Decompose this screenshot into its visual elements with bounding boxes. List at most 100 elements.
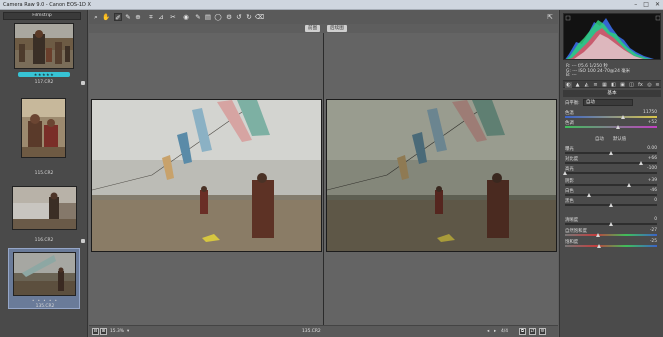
chevron-down-icon[interactable]: ▾ [127, 328, 129, 335]
white-balance-select[interactable]: 自动 [583, 99, 633, 106]
slider-handle[interactable] [587, 193, 592, 197]
slider-row[interactable]: 饱和度 -25 [565, 239, 659, 249]
slider-track[interactable] [565, 126, 657, 128]
slider-handle[interactable] [608, 222, 613, 226]
slider-row[interactable]: 黑色 0 [565, 198, 659, 208]
crop-icon[interactable]: ⌗ [147, 13, 155, 21]
zoom-level[interactable]: 15.3% [110, 328, 124, 335]
slider-value[interactable]: -27 [650, 228, 657, 233]
slider-handle[interactable] [597, 244, 602, 248]
presets-tab-icon[interactable]: ◎ [646, 82, 653, 88]
basic-tab-icon[interactable]: ◐ [565, 82, 572, 88]
rotate-right-icon[interactable]: ↻ [245, 13, 253, 21]
graduated-filter-icon[interactable]: ▤ [204, 13, 212, 21]
slider-track[interactable] [565, 194, 657, 196]
slider-row[interactable]: 色调 +52 [565, 120, 659, 130]
slider-row[interactable]: 自然饱和度 -27 [565, 228, 659, 238]
preferences-icon[interactable]: ⚙ [225, 13, 233, 21]
fullscreen-icon[interactable]: ⇱ [546, 13, 554, 21]
slider-track[interactable] [565, 184, 657, 186]
white-balance-icon[interactable]: ✐ [114, 13, 122, 22]
target-adjust-icon[interactable]: ⊕ [134, 13, 142, 21]
compare-layout-icon[interactable]: ⧉ [519, 328, 526, 335]
filmstrip-thumb-selected[interactable]: • • • • • 135.CR2 [8, 248, 80, 309]
camera-calibration-tab-icon[interactable]: ◫ [628, 82, 635, 88]
close-button[interactable]: ✕ [655, 1, 660, 8]
slider-row[interactable]: 清晰度 0 [565, 217, 659, 227]
slider-row[interactable]: 对比度 +66 [565, 156, 659, 166]
trash-icon[interactable]: ⌫ [255, 13, 264, 21]
filmstrip-thumb[interactable]: 115.CR2 [8, 98, 80, 176]
slider-row[interactable]: 曝光 0.00 [565, 146, 659, 156]
thumbnail-image[interactable] [14, 23, 74, 69]
slider-handle[interactable] [595, 233, 600, 237]
status-bar: ⊟ ⊞ 15.3% ▾ 135.CR2 ◂ ▸ 4/4 ⧉ ⇄ ⚙ [89, 325, 558, 337]
slider-track[interactable] [565, 162, 657, 164]
slider-value[interactable]: -100 [647, 166, 657, 171]
slider-value[interactable]: +66 [648, 156, 657, 161]
zoom-out-icon[interactable]: ⊟ [92, 328, 99, 335]
slider-value[interactable]: 0 [654, 198, 657, 203]
search-icon[interactable]: ⌕ [92, 13, 100, 21]
slider-row[interactable]: 高光 -100 [562, 166, 659, 176]
thumbnail-image[interactable] [13, 252, 76, 296]
detail-tab-icon[interactable]: ◭ [583, 82, 590, 88]
snapshots-tab-icon[interactable]: ≋ [654, 82, 661, 88]
rating-bar[interactable]: ★★★★★ [18, 72, 70, 77]
red-eye-icon[interactable]: ◉ [182, 13, 190, 21]
slider-row[interactable]: 阴影 +39 [565, 178, 659, 188]
slider-handle[interactable] [562, 171, 567, 175]
thumbnail-image[interactable] [21, 98, 66, 158]
filmstrip-header[interactable]: Filmstrip [3, 12, 81, 20]
color-sampler-icon[interactable]: ✎ [124, 13, 132, 21]
straighten-icon[interactable]: ⊿ [157, 13, 165, 21]
split-toning-tab-icon[interactable]: ▦ [601, 82, 608, 88]
lens-tab-icon[interactable]: ◧ [610, 82, 617, 88]
slider-value[interactable]: -46 [650, 188, 657, 193]
slider-handle[interactable] [626, 183, 631, 187]
view-divider [323, 33, 324, 325]
slider-value[interactable]: 0 [654, 217, 657, 222]
minimize-button[interactable]: – [634, 1, 637, 8]
panel-tabs: ◐ ▲ ◭ ≡ ▦ ◧ ▣ ◫ fx ◎ ≋ [563, 80, 661, 88]
filmstrip-thumb[interactable]: 116.CR2 [8, 186, 85, 243]
maximize-button[interactable]: □ [643, 1, 649, 8]
slider-track[interactable] [565, 234, 657, 236]
hsl-tab-icon[interactable]: ≡ [592, 82, 599, 88]
spot-removal-icon[interactable]: ✂ [169, 13, 177, 21]
slider-value[interactable]: +52 [648, 120, 657, 125]
slider-handle[interactable] [621, 115, 626, 119]
rotate-left-icon[interactable]: ↺ [235, 13, 243, 21]
slider-value[interactable]: 11750 [643, 110, 657, 115]
slider-value[interactable]: 0.00 [647, 146, 657, 151]
slider-handle[interactable] [608, 151, 613, 155]
slider-value[interactable]: -25 [650, 239, 657, 244]
thumbnail-image[interactable] [12, 186, 77, 230]
tone-curve-tab-icon[interactable]: ▲ [574, 82, 581, 88]
radial-filter-icon[interactable]: ◯ [214, 13, 222, 21]
settings-icon[interactable]: ⚙ [539, 328, 546, 335]
fx-tab-icon[interactable]: fx [637, 82, 644, 88]
auto-link[interactable]: 自动 [595, 136, 604, 142]
next-image-icon[interactable]: ▸ [494, 328, 496, 335]
default-link[interactable]: 默认值 [613, 136, 626, 142]
before-photo[interactable] [91, 99, 322, 252]
zoom-in-icon[interactable]: ⊞ [100, 328, 107, 335]
effects-tab-icon[interactable]: ▣ [619, 82, 626, 88]
slider-handle[interactable] [615, 125, 620, 129]
slider-value[interactable]: +39 [648, 178, 657, 183]
slider-track[interactable] [565, 172, 657, 174]
swap-icon[interactable]: ⇄ [529, 328, 536, 335]
slider-track[interactable] [565, 245, 657, 247]
previous-image-icon[interactable]: ◂ [487, 328, 489, 335]
slider-row[interactable]: 色温 11750 [565, 110, 659, 120]
rating-stars[interactable]: • • • • • [9, 298, 81, 303]
slider-row[interactable]: 白色 -46 [565, 188, 659, 198]
filmstrip-thumb[interactable]: ★★★★★ 117.CR2 [8, 23, 85, 95]
slider-track[interactable] [565, 116, 657, 118]
slider-handle[interactable] [638, 161, 643, 165]
slider-handle[interactable] [608, 203, 613, 207]
adjustment-brush-icon[interactable]: ✎ [194, 13, 202, 21]
after-photo[interactable] [326, 99, 557, 252]
hand-icon[interactable]: ✋ [102, 13, 110, 21]
